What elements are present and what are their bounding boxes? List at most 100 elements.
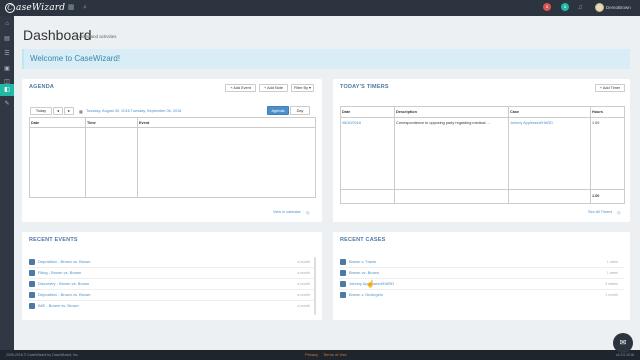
case-icon — [340, 259, 346, 265]
grid-line — [315, 117, 316, 197]
add-event-button[interactable]: + Add Event — [225, 84, 256, 92]
list-item[interactable]: Deposition - Brown vs. Brown a month — [22, 290, 322, 301]
filter-by-dropdown[interactable]: Filter By ▾ — [291, 84, 314, 92]
case-time: 3 weeks — [605, 282, 618, 286]
list-item[interactable]: Filing - Brown vs. Brown a month — [22, 268, 322, 279]
prev-button[interactable]: ◂ — [53, 107, 63, 115]
col-date: Date — [342, 110, 351, 114]
case-icon — [340, 292, 346, 298]
col-case: Case — [510, 110, 520, 114]
event-label[interactable]: Deposition - Brown vs. Brown — [38, 291, 90, 299]
sidebar-home-icon[interactable]: ⌂ — [0, 18, 14, 30]
sidebar-tools-icon[interactable]: ✎ — [0, 98, 14, 110]
filter-by-label: Filter By — [294, 86, 308, 90]
grid-line — [340, 189, 625, 190]
case-label[interactable]: Brown v. Travis — [349, 258, 376, 266]
sidebar-contacts-icon[interactable]: ☰ — [0, 48, 14, 60]
case-icon — [340, 281, 346, 287]
event-label[interactable]: Filing - Brown vs. Brown — [38, 269, 81, 277]
see-all-timers-link[interactable]: See All Timers — [588, 210, 612, 214]
search-icon[interactable]: ⌕ — [80, 3, 90, 13]
next-button[interactable]: ▸ — [64, 107, 74, 115]
avatar[interactable] — [595, 3, 604, 12]
list-item[interactable]: Deposition - Brown vs. Brown a month — [22, 257, 322, 268]
event-icon — [29, 259, 35, 265]
sidebar-dashboard-icon[interactable]: ◧ — [0, 84, 14, 96]
calendar-icon[interactable]: ▦ — [79, 109, 83, 114]
event-icon — [29, 281, 35, 287]
user-name[interactable]: DemoBrown — [606, 3, 631, 13]
sidebar-cases-icon[interactable]: ▤ — [0, 33, 14, 45]
view-in-calendar-link[interactable]: View in calendar — [273, 210, 301, 214]
casewizard-logo[interactable]: CaseWizard — [5, 2, 65, 14]
sidebar-calendar-icon[interactable]: ▣ — [0, 63, 14, 75]
today-button[interactable]: Today — [30, 107, 52, 115]
chat-button[interactable]: ✉ — [613, 333, 633, 353]
case-label[interactable]: Brown v. DeAngelo — [349, 291, 383, 299]
agenda-panel: AGENDA + Add Event + Add Note Filter By … — [22, 79, 322, 222]
timer-date[interactable]: 08/30/2016 — [342, 121, 361, 125]
date-range[interactable]: Tuesday, August 30, 2016 Tuesday, Septem… — [86, 109, 181, 113]
event-time: a month — [297, 282, 310, 286]
list-item[interactable]: Brown v. DeAngelo 1 month — [333, 290, 630, 301]
welcome-text: Welcome to CaseWizard! — [30, 54, 121, 63]
logo-text: aseWizard — [16, 3, 66, 13]
col-date: Date — [31, 121, 40, 125]
privacy-link[interactable]: Privacy — [305, 350, 318, 360]
agenda-title: AGENDA — [29, 84, 55, 90]
page-subtitle: events and activities — [76, 34, 117, 39]
event-icon — [29, 292, 35, 298]
add-timer-button[interactable]: + Add Timer — [595, 84, 625, 92]
sidebar: ⌂ ▤ ☰ ▣ ◫ ◧ ✎ — [0, 16, 14, 350]
calendar-link-icon[interactable]: ◷ — [306, 210, 309, 215]
notification-badge-red[interactable]: 1 — [543, 3, 551, 11]
event-time: a month — [297, 293, 310, 297]
grid-line — [29, 197, 316, 198]
event-label[interactable]: Deposition - Brown vs. Brown — [38, 258, 90, 266]
grid-line — [29, 117, 30, 197]
timer-case[interactable]: Johnny Appleseed/HARD — [510, 121, 553, 125]
grid-icon[interactable]: ▦ — [66, 3, 76, 13]
case-icon — [340, 270, 346, 276]
grid-line — [85, 117, 86, 197]
scrollbar[interactable] — [314, 257, 316, 315]
event-label[interactable]: Discovery - Brown vs. Brown — [38, 280, 89, 288]
event-icon — [29, 303, 35, 309]
chat-icon: ✉ — [619, 338, 627, 347]
timer-link-icon[interactable]: ◷ — [617, 210, 620, 215]
list-item[interactable]: Brown vs. Brown 1 week — [333, 268, 630, 279]
list-item[interactable]: Discovery - Brown vs. Brown a month — [22, 279, 322, 290]
list-item[interactable]: Johnny Appleseed/HARD 3 weeks — [333, 279, 630, 290]
case-time: 1 week — [606, 260, 618, 264]
grid-line — [29, 127, 316, 128]
event-time: a month — [297, 260, 310, 264]
agenda-view-button[interactable]: Agenda — [267, 106, 289, 115]
list-item[interactable]: IME - Brown vs. Brown a month — [22, 301, 322, 312]
chevron-left-icon: ◂ — [57, 109, 59, 113]
event-time: a month — [297, 271, 310, 275]
case-time: 1 week — [606, 271, 618, 275]
case-time: 1 month — [605, 293, 618, 297]
event-icon — [29, 270, 35, 276]
day-view-button[interactable]: Day — [290, 106, 310, 115]
welcome-banner: Welcome to CaseWizard! — [22, 49, 630, 69]
recent-events-title: RECENT EVENTS — [29, 237, 78, 243]
footer: 2005-2016 © CaseWizard by CaseWizard, In… — [0, 350, 640, 360]
notification-badge-teal[interactable]: 1 — [561, 3, 569, 11]
event-label[interactable]: IME - Brown vs. Brown — [38, 302, 79, 310]
bell-icon[interactable]: ♫ — [575, 3, 585, 13]
timer-hours: 1.00 — [592, 121, 600, 125]
col-event: Event — [139, 121, 150, 125]
grid-line — [29, 117, 316, 118]
col-description: Description — [396, 110, 417, 114]
terms-link[interactable]: Terms of Use — [323, 350, 347, 360]
timer-description: Correspondence to opposing party regardi… — [396, 121, 490, 125]
col-time: Time — [87, 121, 96, 125]
chevron-right-icon: ▸ — [68, 109, 70, 113]
add-note-button[interactable]: + Add Note — [259, 84, 288, 92]
list-item[interactable]: Brown v. Travis 1 week — [333, 257, 630, 268]
grid-line — [340, 117, 625, 118]
case-label[interactable]: Brown vs. Brown — [349, 269, 379, 277]
col-hours: Hours — [592, 110, 603, 114]
timers-title: TODAY'S TIMERS — [340, 84, 389, 90]
